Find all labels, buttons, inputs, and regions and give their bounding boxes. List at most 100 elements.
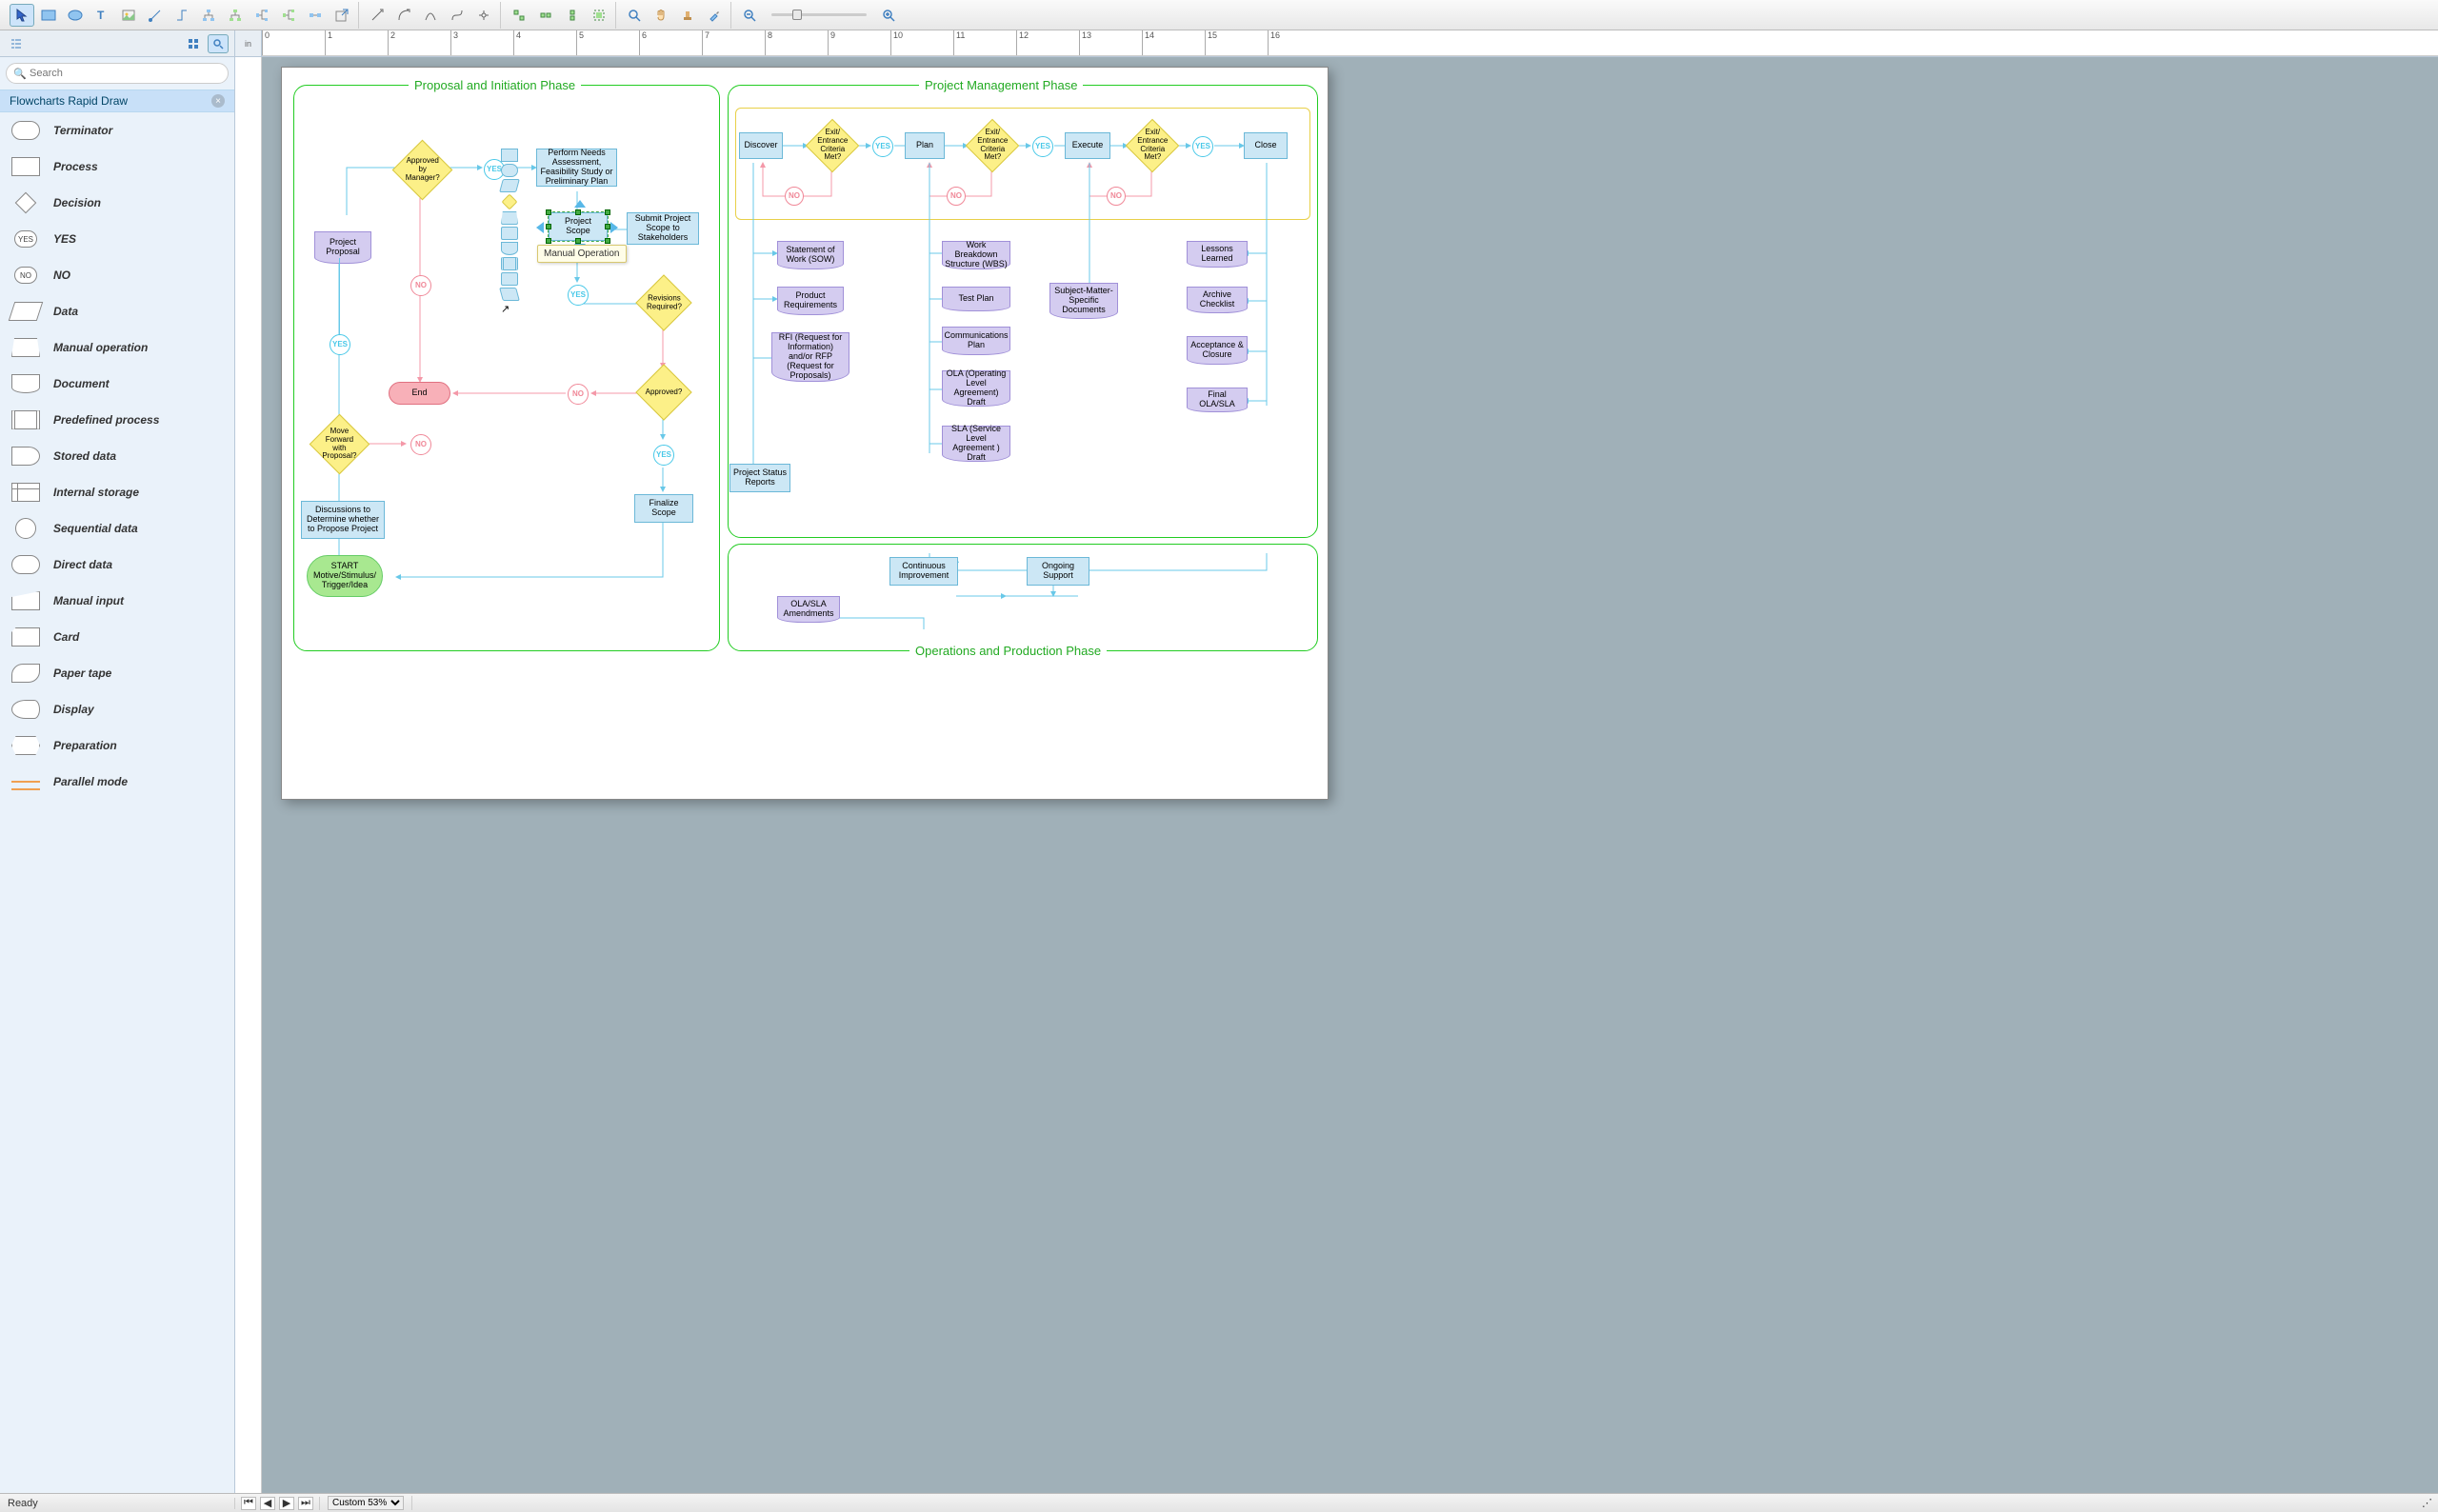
- shape-predef[interactable]: Predefined process: [0, 402, 234, 438]
- tree-tool-2[interactable]: [223, 4, 248, 27]
- tree-tool-1[interactable]: [196, 4, 221, 27]
- shape-yes[interactable]: YESYES: [0, 221, 234, 257]
- shape-manual-op[interactable]: Manual operation: [0, 329, 234, 366]
- node-execute[interactable]: Execute: [1065, 132, 1110, 159]
- align-3[interactable]: [560, 4, 585, 27]
- node-sow[interactable]: Statement of Work (SOW): [777, 241, 844, 269]
- zoom-in-button[interactable]: [876, 4, 901, 27]
- rect-tool[interactable]: [36, 4, 61, 27]
- tree-tool-5[interactable]: [303, 4, 328, 27]
- node-lessons[interactable]: Lessons Learned: [1187, 241, 1248, 268]
- ellipse-tool[interactable]: [63, 4, 88, 27]
- shape-display[interactable]: Display: [0, 691, 234, 727]
- conn-yes-3[interactable]: YES: [330, 334, 350, 355]
- image-tool[interactable]: [116, 4, 141, 27]
- shape-seq[interactable]: Sequential data: [0, 510, 234, 547]
- node-plan[interactable]: Plan: [905, 132, 945, 159]
- zoom-slider-handle[interactable]: [792, 10, 802, 20]
- nav-prev[interactable]: ◀: [260, 1497, 275, 1510]
- hand-tool[interactable]: [649, 4, 673, 27]
- text-tool[interactable]: T: [90, 4, 114, 27]
- shape-stored[interactable]: Stored data: [0, 438, 234, 474]
- conn-curve[interactable]: [391, 4, 416, 27]
- node-end[interactable]: End: [389, 382, 450, 405]
- conn-tool-2[interactable]: [170, 4, 194, 27]
- align-2[interactable]: [533, 4, 558, 27]
- node-close[interactable]: Close: [1244, 132, 1288, 159]
- tree-view-button[interactable]: [6, 34, 27, 53]
- node-archive[interactable]: Archive Checklist: [1187, 287, 1248, 313]
- conn-yes-2[interactable]: YES: [568, 285, 589, 306]
- conn-yes-4[interactable]: YES: [653, 445, 674, 466]
- conn-route[interactable]: [471, 4, 496, 27]
- conn-yes-b[interactable]: YES: [1032, 136, 1053, 157]
- conn-tool-1[interactable]: [143, 4, 168, 27]
- page[interactable]: Proposal and Initiation Phase Project Ma…: [281, 67, 1329, 800]
- node-discussions[interactable]: Discussions to Determine whether to Prop…: [301, 501, 385, 539]
- tree-tool-3[interactable]: [250, 4, 274, 27]
- nav-next[interactable]: ▶: [279, 1497, 294, 1510]
- shape-card[interactable]: Card: [0, 619, 234, 655]
- conn-yes-a[interactable]: YES: [872, 136, 893, 157]
- shape-data[interactable]: Data: [0, 293, 234, 329]
- node-wbs[interactable]: Work Breakdown Structure (WBS): [942, 241, 1010, 269]
- shape-prep[interactable]: Preparation: [0, 727, 234, 764]
- node-sme[interactable]: Subject-Matter-Specific Documents: [1049, 283, 1118, 319]
- shape-decision[interactable]: Decision: [0, 185, 234, 221]
- conn-no-3[interactable]: NO: [568, 384, 589, 405]
- conn-straight[interactable]: [365, 4, 390, 27]
- nav-first[interactable]: ⏮: [241, 1497, 256, 1510]
- search-input[interactable]: [6, 63, 229, 84]
- node-submit-scope[interactable]: Submit Project Scope to Stakeholders: [627, 212, 699, 245]
- node-perform-needs[interactable]: Perform Needs Assessment, Feasibility St…: [536, 149, 617, 187]
- close-icon[interactable]: ×: [211, 94, 225, 108]
- node-sla-draft[interactable]: SLA (Service Level Agreement ) Draft: [942, 426, 1010, 462]
- align-4[interactable]: [587, 4, 611, 27]
- conn-yes-c[interactable]: YES: [1192, 136, 1213, 157]
- shape-parallel[interactable]: Parallel mode: [0, 764, 234, 800]
- export-tool[interactable]: [330, 4, 354, 27]
- node-rfi[interactable]: RFI (Request for Information) and/or RFP…: [771, 332, 849, 382]
- node-discover[interactable]: Discover: [739, 132, 783, 159]
- shape-terminator[interactable]: Terminator: [0, 112, 234, 149]
- node-prod-req[interactable]: Product Requirements: [777, 287, 844, 315]
- zoom-out-button[interactable]: [737, 4, 762, 27]
- shape-storage[interactable]: Internal storage: [0, 474, 234, 510]
- shape-direct[interactable]: Direct data: [0, 547, 234, 583]
- eyedropper-tool[interactable]: [702, 4, 727, 27]
- node-project-proposal[interactable]: Project Proposal: [314, 231, 371, 264]
- zoom-slider[interactable]: [771, 13, 867, 16]
- node-comm-plan[interactable]: Communications Plan: [942, 327, 1010, 355]
- node-project-scope[interactable]: Project Scope: [549, 212, 608, 241]
- node-finalize[interactable]: Finalize Scope: [634, 494, 693, 523]
- conn-no-c[interactable]: NO: [1107, 187, 1126, 206]
- node-final-ola[interactable]: Final OLA/SLA: [1187, 388, 1248, 412]
- node-ola-amend[interactable]: OLA/SLA Amendments: [777, 596, 840, 623]
- shape-document[interactable]: Document: [0, 366, 234, 402]
- node-ola-draft[interactable]: OLA (Operating Level Agreement) Draft: [942, 370, 1010, 407]
- search-view-button[interactable]: [208, 34, 229, 53]
- shape-tape[interactable]: Paper tape: [0, 655, 234, 691]
- library-header[interactable]: Flowcharts Rapid Draw ×: [0, 90, 234, 112]
- node-status-reports[interactable]: Project Status Reports: [729, 464, 790, 492]
- zoom-area[interactable]: [622, 4, 647, 27]
- shape-no[interactable]: NONO: [0, 257, 234, 293]
- node-cont-improve[interactable]: Continuous Improvement: [889, 557, 958, 586]
- node-acceptance[interactable]: Acceptance & Closure: [1187, 336, 1248, 365]
- node-test-plan[interactable]: Test Plan: [942, 287, 1010, 311]
- node-ongoing[interactable]: Ongoing Support: [1027, 557, 1089, 586]
- conn-no-1[interactable]: NO: [410, 275, 431, 296]
- stamp-tool[interactable]: [675, 4, 700, 27]
- conn-no-b[interactable]: NO: [947, 187, 966, 206]
- node-start[interactable]: START Motive/Stimulus/ Trigger/Idea: [307, 555, 383, 597]
- conn-no-a[interactable]: NO: [785, 187, 804, 206]
- conn-arc[interactable]: [418, 4, 443, 27]
- shape-process[interactable]: Process: [0, 149, 234, 185]
- grid-view-button[interactable]: [183, 34, 204, 53]
- pointer-tool[interactable]: [10, 4, 34, 27]
- shape-manual-in[interactable]: Manual input: [0, 583, 234, 619]
- conn-bezier[interactable]: [445, 4, 470, 27]
- zoom-dropdown[interactable]: Custom 53%: [328, 1496, 404, 1510]
- conn-no-4[interactable]: NO: [410, 434, 431, 455]
- align-1[interactable]: [507, 4, 531, 27]
